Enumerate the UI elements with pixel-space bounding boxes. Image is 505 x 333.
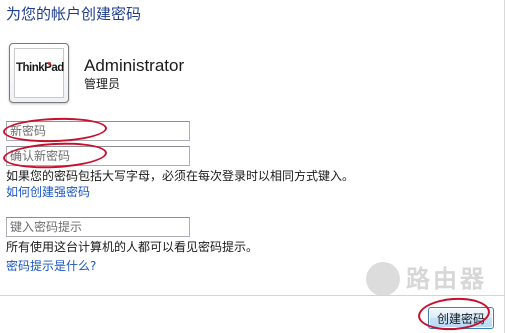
footer-divider — [0, 295, 505, 296]
create-password-button[interactable]: 创建密码 — [428, 307, 494, 329]
password-hint-help-link[interactable]: 密码提示是什么? — [6, 258, 96, 274]
confirm-password-input[interactable] — [6, 146, 190, 166]
password-hint-input[interactable] — [6, 217, 190, 237]
user-name: Administrator — [84, 56, 185, 75]
create-password-window: 为您的帐户创建密码 ThinkPad Administrator 管理员 如果您… — [0, 0, 505, 333]
logo-red-dot — [48, 62, 51, 65]
watermark-text: 路由器 — [406, 265, 487, 293]
new-password-input[interactable] — [6, 121, 190, 141]
password-policy-text: 如果您的密码包括大写字母，必须在每次登录时以相同方式键入。 — [6, 169, 355, 183]
page-title: 为您的帐户创建密码 — [6, 5, 142, 23]
avatar-frame: ThinkPad — [14, 48, 64, 98]
watermark-logo-icon — [366, 262, 400, 296]
strong-password-link[interactable]: 如何创建强密码 — [6, 184, 90, 200]
user-role: 管理员 — [84, 77, 121, 91]
thinkpad-logo: ThinkPad — [16, 62, 64, 74]
router-watermark: 路由器 — [366, 262, 494, 298]
user-avatar: ThinkPad — [9, 43, 69, 103]
hint-visibility-text: 所有使用这台计算机的人都可以看见密码提示。 — [6, 240, 259, 254]
